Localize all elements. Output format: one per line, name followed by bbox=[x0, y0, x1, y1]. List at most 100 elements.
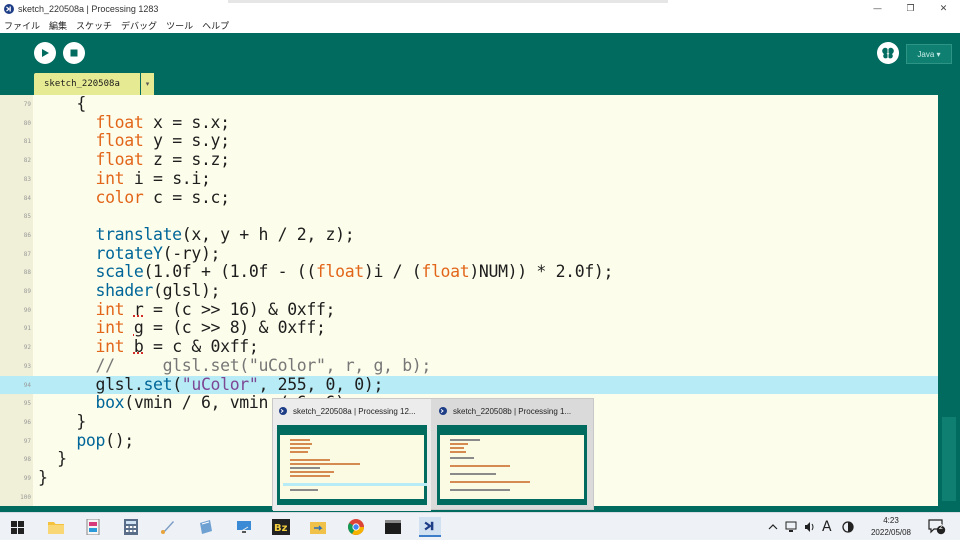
code-line[interactable]: 90 int r = (c >> 16) & 0xff; bbox=[0, 300, 938, 320]
preview-line bbox=[290, 471, 334, 473]
maximize-button[interactable]: ❐ bbox=[894, 0, 927, 17]
code-text[interactable]: int r = (c >> 16) & 0xff; bbox=[38, 300, 336, 320]
menu-debug[interactable]: デバッグ bbox=[121, 19, 157, 32]
taskbar-thumbnail-popup: sketch_220508a | Processing 12... sketch… bbox=[272, 398, 594, 511]
code-text[interactable]: } bbox=[38, 468, 48, 488]
code-line[interactable]: 80 float x = s.x; bbox=[0, 113, 938, 133]
windows-taskbar: Bz A 4:23 2022/05/08 2 bbox=[0, 512, 960, 540]
minimize-button[interactable]: — bbox=[861, 0, 894, 17]
code-text[interactable]: float y = s.y; bbox=[38, 132, 231, 151]
scrollbar-thumb[interactable] bbox=[942, 417, 956, 501]
window-thumbnail[interactable]: sketch_220508a | Processing 12... bbox=[273, 399, 431, 511]
code-line[interactable]: 79 { bbox=[0, 94, 938, 114]
code-line-current[interactable]: 94 glsl.set("uColor", 255, 0, 0); bbox=[0, 375, 938, 395]
line-number: 83 bbox=[23, 175, 31, 183]
code-line[interactable]: 89 shader(glsl); bbox=[0, 281, 938, 301]
menu-sketch[interactable]: スケッチ bbox=[76, 19, 112, 32]
taskbar-paint[interactable] bbox=[157, 517, 179, 537]
code-line[interactable]: 84 color c = s.c; bbox=[0, 188, 938, 208]
play-icon bbox=[42, 49, 49, 57]
code-text[interactable]: int i = s.i; bbox=[38, 169, 211, 189]
code-line[interactable]: 91 int g = (c >> 8) & 0xff; bbox=[0, 319, 938, 338]
code-text[interactable]: translate(x, y + h / 2, z); bbox=[38, 225, 355, 245]
ime-indicator[interactable]: A bbox=[822, 513, 832, 540]
code-text[interactable]: float x = s.x; bbox=[38, 113, 231, 133]
preview-editor bbox=[440, 435, 584, 499]
line-number: 97 bbox=[23, 437, 31, 445]
document-icon bbox=[200, 520, 212, 534]
taskbar-app-3[interactable] bbox=[307, 517, 329, 537]
line-number: 88 bbox=[23, 269, 31, 277]
code-text[interactable]: int g = (c >> 8) & 0xff; bbox=[38, 319, 326, 338]
start-button[interactable] bbox=[6, 517, 28, 537]
code-line[interactable]: 86 translate(x, y + h / 2, z); bbox=[0, 225, 938, 245]
taskbar-explorer[interactable] bbox=[45, 517, 67, 537]
taskbar-remote-desktop[interactable] bbox=[233, 517, 255, 537]
taskbar-app[interactable] bbox=[82, 517, 104, 537]
run-button[interactable] bbox=[34, 42, 56, 64]
taskbar-processing[interactable] bbox=[419, 517, 441, 537]
volume-icon[interactable] bbox=[804, 513, 816, 540]
notebook-icon bbox=[86, 519, 100, 535]
preview-editor bbox=[280, 435, 427, 499]
preview-line bbox=[450, 489, 510, 491]
tab-sketch[interactable]: sketch_220508a bbox=[34, 73, 140, 95]
code-text[interactable]: // glsl.set("uColor", r, g, b); bbox=[38, 356, 432, 376]
code-text[interactable]: glsl.set("uColor", 255, 0, 0); bbox=[38, 375, 384, 395]
preview-line bbox=[290, 459, 330, 461]
menu-tools[interactable]: ツール bbox=[166, 19, 193, 32]
line-number: 89 bbox=[23, 288, 31, 295]
preview-line bbox=[450, 447, 464, 449]
mode-selector[interactable]: Java ▾ bbox=[906, 44, 952, 64]
preview-line bbox=[450, 473, 496, 475]
close-button[interactable]: ✕ bbox=[927, 0, 960, 17]
clock[interactable]: 4:23 2022/05/08 bbox=[862, 515, 920, 539]
tab-menu-button[interactable]: ▾ bbox=[141, 73, 154, 95]
code-line[interactable]: 87 rotateY(-ry); bbox=[0, 244, 938, 264]
code-line[interactable]: 81 float y = s.y; bbox=[0, 132, 938, 151]
processing-app-icon bbox=[424, 521, 434, 531]
menu-file[interactable]: ファイル bbox=[4, 19, 40, 32]
bz-icon: Bz bbox=[272, 519, 290, 535]
preview-line bbox=[450, 481, 530, 483]
window-thumbnail[interactable]: sketch_220508b | Processing 1... bbox=[433, 399, 591, 511]
preview-line bbox=[290, 451, 308, 453]
code-line[interactable]: 82 float z = s.z; bbox=[0, 150, 938, 170]
processing-app-icon bbox=[279, 407, 287, 415]
line-number: 90 bbox=[23, 306, 31, 314]
code-text[interactable]: shader(glsl); bbox=[38, 281, 221, 301]
taskbar-chrome[interactable] bbox=[345, 517, 367, 537]
taskbar-app-2[interactable] bbox=[195, 517, 217, 537]
taskbar-calculator[interactable] bbox=[120, 517, 142, 537]
line-number: 80 bbox=[23, 119, 31, 127]
code-line[interactable]: 93 // glsl.set("uColor", r, g, b); bbox=[0, 356, 938, 376]
code-text[interactable]: rotateY(-ry); bbox=[38, 244, 221, 264]
code-text[interactable]: int b = c & 0xff; bbox=[38, 337, 259, 357]
notification-button[interactable]: 2 bbox=[928, 513, 946, 540]
taskbar-terminal[interactable] bbox=[382, 517, 404, 537]
menu-edit[interactable]: 編集 bbox=[49, 19, 67, 32]
code-line[interactable]: 85 bbox=[0, 207, 938, 226]
menu-help[interactable]: ヘルプ bbox=[202, 19, 229, 32]
code-line[interactable]: 83 int i = s.i; bbox=[0, 169, 938, 189]
code-text[interactable]: { bbox=[38, 94, 86, 114]
processing-app-icon bbox=[4, 3, 14, 14]
preview-line bbox=[290, 463, 360, 465]
stop-button[interactable] bbox=[63, 42, 85, 64]
code-text[interactable]: float z = s.z; bbox=[38, 150, 231, 170]
vertical-scrollbar[interactable] bbox=[938, 95, 960, 506]
code-text[interactable]: color c = s.c; bbox=[38, 188, 231, 208]
night-light-icon[interactable] bbox=[842, 513, 854, 540]
taskbar-bz-editor[interactable]: Bz bbox=[270, 517, 292, 537]
tray-chevron-icon[interactable] bbox=[768, 513, 778, 540]
preview-highlight bbox=[283, 483, 427, 486]
monitor-icon bbox=[237, 521, 251, 533]
code-text[interactable]: } bbox=[38, 412, 86, 432]
code-text[interactable]: scale(1.0f + (1.0f - ((float)i / (float)… bbox=[38, 262, 614, 282]
code-text[interactable]: } bbox=[38, 450, 67, 469]
network-icon[interactable] bbox=[785, 513, 799, 540]
code-line[interactable]: 92 int b = c & 0xff; bbox=[0, 337, 938, 357]
debugger-button[interactable] bbox=[877, 42, 899, 64]
code-line[interactable]: 88 scale(1.0f + (1.0f - ((float)i / (flo… bbox=[0, 262, 938, 282]
code-text[interactable]: pop(); bbox=[38, 431, 134, 451]
